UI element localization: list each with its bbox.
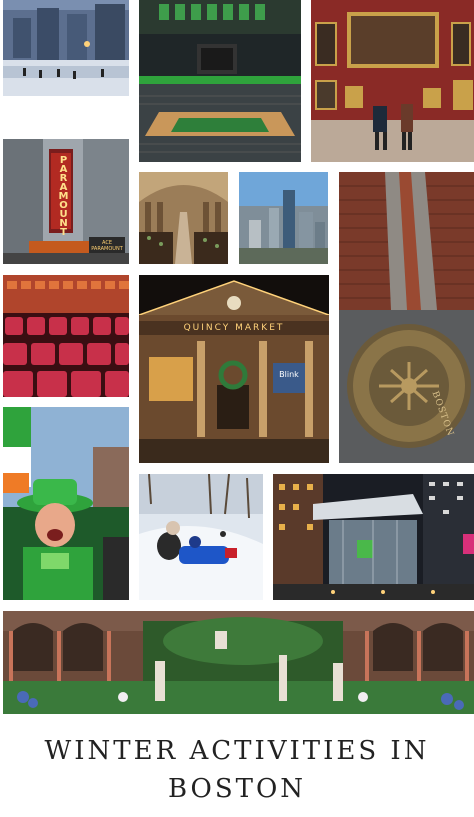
boston-seal-medallion-photo: BOSTON: [339, 310, 474, 463]
quincy-market-sign: QUINCY MARKET: [183, 323, 285, 333]
gardner-courtyard-photo: [3, 611, 474, 714]
title-line-1: WINTER ACTIVITIES IN: [44, 735, 430, 766]
paramount-sign: PARAMOUNT: [58, 155, 69, 236]
title-line-2: BOSTON: [167, 773, 307, 804]
library-reading-room-photo: [139, 172, 228, 264]
skating-rink-photo: [3, 0, 129, 96]
paramount-theatre-photo: PARAMOUNT ACE PARAMOUNT: [3, 139, 129, 264]
arena-photo: [139, 0, 301, 162]
city-skyline-photo: [239, 172, 328, 264]
museum-gallery-photo: [311, 0, 474, 162]
st-patricks-celebration-photo: [3, 407, 129, 600]
downtown-night-photo: [273, 474, 474, 600]
snow-sledding-photo: [139, 474, 263, 600]
theatre-seats-photo: [3, 275, 129, 397]
freedom-trail-bricks-photo: [339, 172, 474, 310]
blink-sign: Blink: [279, 370, 299, 379]
ace-paramount-sign: ACE PARAMOUNT: [91, 240, 123, 252]
page-title: WINTER ACTIVITIES IN BOSTON: [0, 722, 474, 817]
quincy-market-photo: QUINCY MARKET Blink: [139, 275, 329, 463]
